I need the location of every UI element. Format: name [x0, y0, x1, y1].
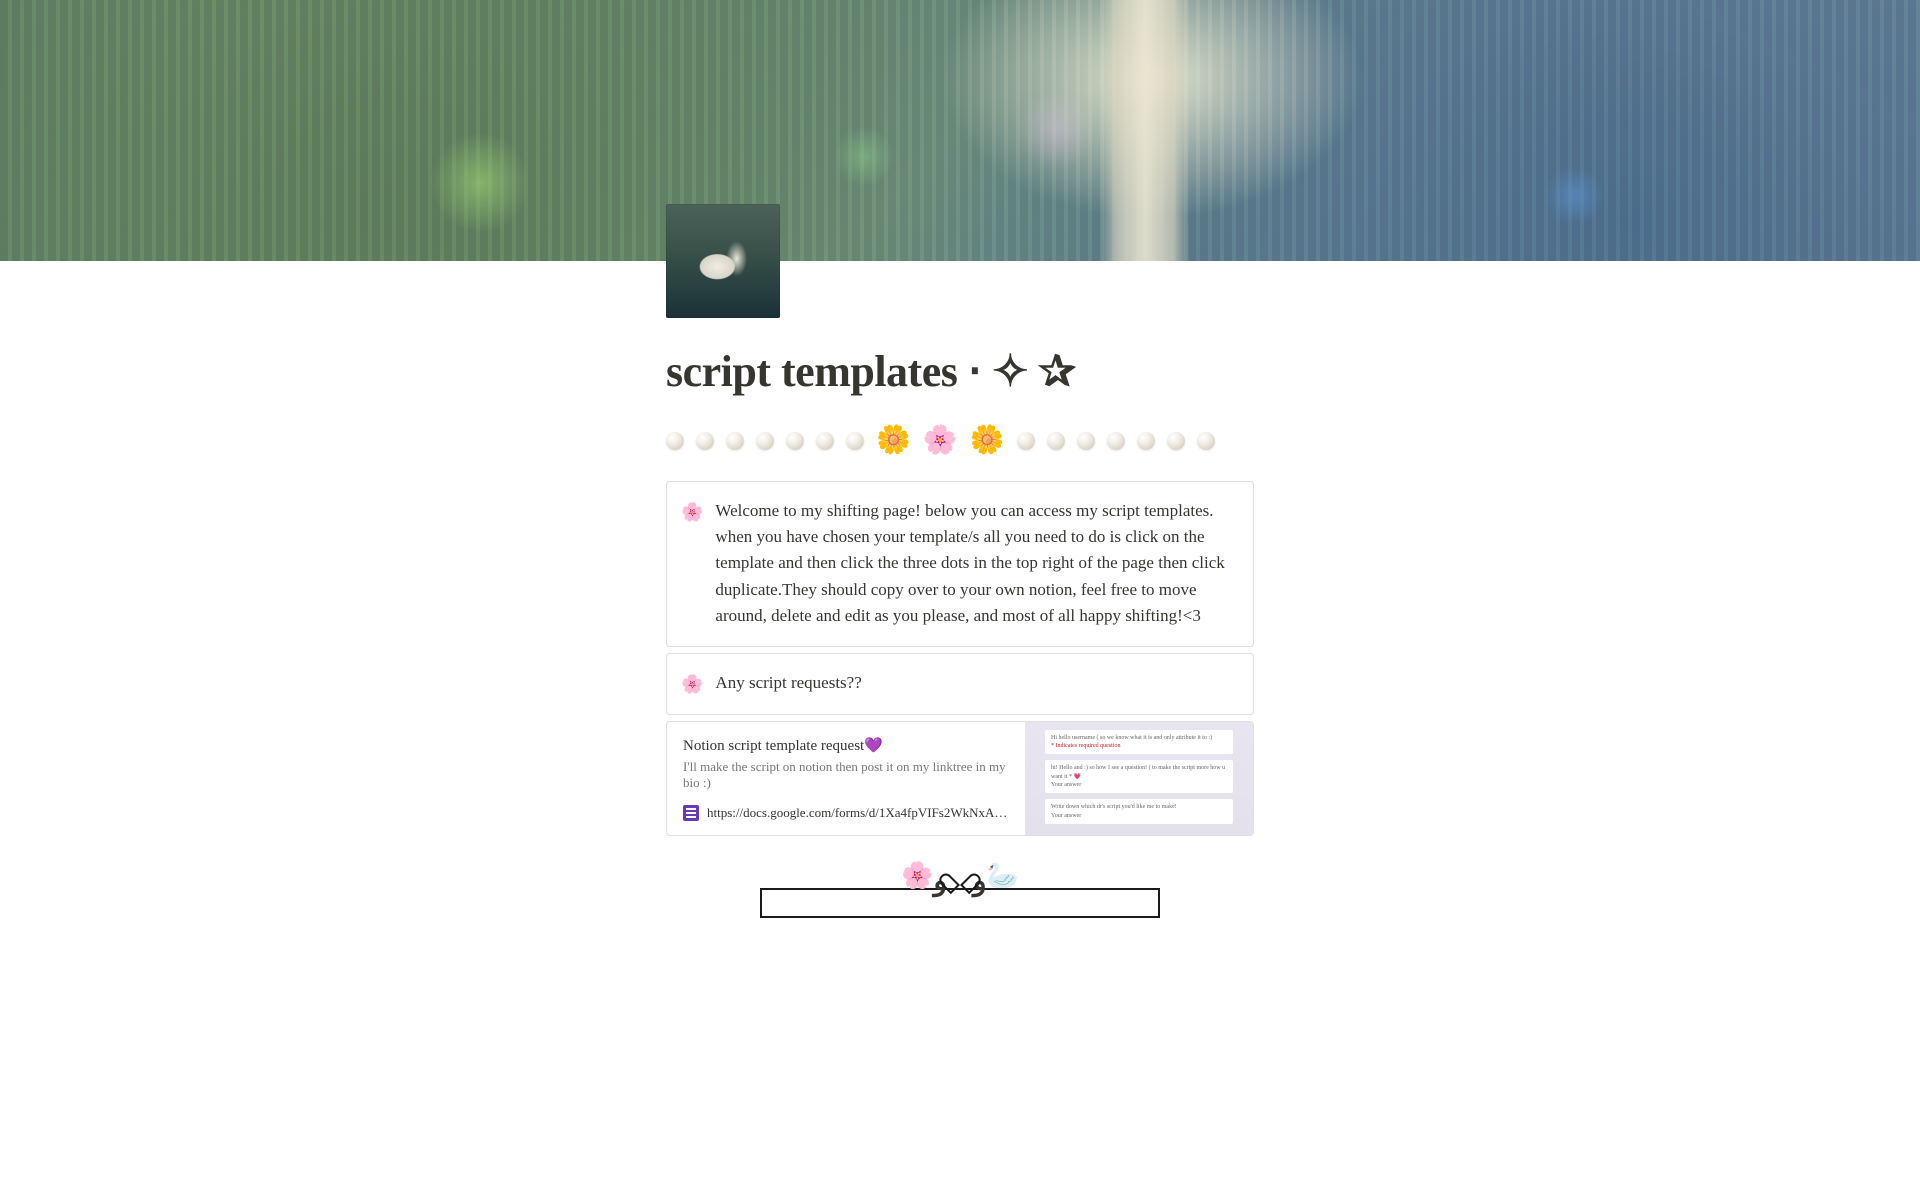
flower-icon: 🌸: [901, 861, 933, 890]
form-preview-line: hi! Hello and :) so how I see a question…: [1045, 760, 1233, 793]
page-content: script templates ⋅ ✧ ✰ 🌼 🌸 🌼 🌸 Welcome t…: [570, 204, 1350, 998]
form-preview-line: Write down which dr's script you'd like …: [1045, 799, 1233, 824]
bookmark-url: https://docs.google.com/forms/d/1Xa4fpVI…: [707, 805, 1009, 821]
pearl-icon: [816, 432, 834, 450]
pearl-icon: [786, 432, 804, 450]
pearl-divider: 🌼 🌸 🌼: [666, 403, 1254, 475]
decorative-widget: 🌸وو🦢: [666, 876, 1254, 918]
pearl-icon: [1017, 432, 1035, 450]
bookmark-thumbnail: Hi hello username ( so we know what it i…: [1025, 722, 1253, 835]
callout-welcome[interactable]: 🌸 Welcome to my shifting page! below you…: [666, 481, 1254, 647]
heart-icon: [947, 865, 973, 887]
bookmark-url-row: https://docs.google.com/forms/d/1Xa4fpVI…: [683, 805, 1009, 821]
flower-icon: 🌸: [923, 427, 958, 455]
flower-icon: 🌼: [876, 427, 911, 455]
callout-text: Welcome to my shifting page! below you c…: [715, 498, 1235, 630]
widget-emoji-row: 🌸وو🦢: [760, 861, 1160, 898]
pearl-icon: [1137, 432, 1155, 450]
pearl-icon: [1197, 432, 1215, 450]
pearl-icon: [1107, 432, 1125, 450]
callout-requests[interactable]: 🌸 Any script requests??: [666, 653, 1254, 715]
bookmark-info: Notion script template request💜 I'll mak…: [667, 722, 1025, 835]
callout-emoji: 🌸: [681, 671, 703, 698]
bookmark-title: Notion script template request💜: [683, 736, 1009, 755]
form-preview-line: Hi hello username ( so we know what it i…: [1045, 730, 1233, 755]
page-icon-wrap[interactable]: [666, 204, 780, 318]
bookmark-description: I'll make the script on notion then post…: [683, 759, 1009, 791]
google-forms-icon: [683, 805, 699, 821]
page-title[interactable]: script templates ⋅ ✧ ✰: [666, 346, 1254, 399]
pearl-icon: [666, 432, 684, 450]
pearl-icon: [846, 432, 864, 450]
flower-icon: 🌼: [970, 427, 1005, 455]
pearl-icon: [1167, 432, 1185, 450]
pearl-icon: [696, 432, 714, 450]
swan-icon: 🦢: [987, 861, 1019, 890]
bookmark-link[interactable]: Notion script template request💜 I'll mak…: [666, 721, 1254, 836]
page-icon-swan: [666, 204, 780, 318]
pearl-icon: [726, 432, 744, 450]
callout-text: Any script requests??: [715, 670, 1235, 696]
pearl-icon: [1047, 432, 1065, 450]
pearl-icon: [1077, 432, 1095, 450]
pearl-icon: [756, 432, 774, 450]
callout-emoji: 🌸: [681, 499, 703, 526]
